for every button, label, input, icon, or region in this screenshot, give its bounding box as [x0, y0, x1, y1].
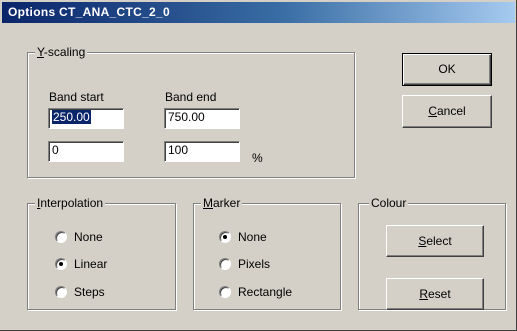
radio-circle [219, 258, 231, 270]
radio-dot-icon [223, 235, 227, 239]
band-end-input[interactable]: 750.00 [164, 108, 240, 129]
radio-circle [55, 286, 67, 298]
y-scaling-legend: Y-scaling [35, 45, 88, 59]
reset-button-label: Reset [419, 287, 451, 301]
colour-select-button[interactable]: Select [386, 225, 484, 257]
select-button-label: Select [418, 234, 452, 248]
window-title: Options CT_ANA_CTC_2_0 [8, 5, 170, 19]
colour-reset-button[interactable]: Reset [386, 278, 484, 310]
band-start-value: 250.00 [52, 110, 91, 124]
radio-label: Steps [74, 285, 105, 299]
radio-label: Rectangle [238, 285, 293, 299]
marker-legend: Marker [201, 196, 243, 210]
band-start-input[interactable]: 250.00 [48, 108, 124, 129]
ok-button[interactable]: OK [402, 53, 492, 86]
y-max-value: 100 [168, 143, 189, 157]
radio-circle [55, 231, 67, 243]
radio-circle-selected [219, 231, 231, 243]
cancel-button-label: Cancel [428, 104, 466, 118]
y-min-value: 0 [52, 143, 59, 157]
interpolation-legend: Interpolation [35, 196, 106, 210]
radio-label: Pixels [238, 257, 271, 271]
colour-legend: Colour [369, 196, 409, 210]
radio-circle-selected [55, 258, 67, 270]
y-min-input[interactable]: 0 [48, 141, 124, 162]
radio-dot-icon [59, 262, 63, 266]
band-start-label: Band start [49, 90, 104, 104]
title-bar[interactable]: Options CT_ANA_CTC_2_0 [2, 2, 515, 23]
band-end-value: 750.00 [168, 110, 205, 124]
percent-unit-label: % [252, 151, 263, 165]
ok-button-label: OK [438, 62, 456, 76]
radio-label: Linear [74, 257, 108, 271]
cancel-button[interactable]: Cancel [402, 95, 492, 128]
radio-label: None [238, 230, 267, 244]
radio-circle [219, 286, 231, 298]
radio-label: None [74, 230, 103, 244]
options-dialog: Options CT_ANA_CTC_2_0 Y-scaling Band st… [0, 0, 517, 331]
y-max-input[interactable]: 100 [164, 141, 240, 162]
band-end-label: Band end [165, 90, 217, 104]
